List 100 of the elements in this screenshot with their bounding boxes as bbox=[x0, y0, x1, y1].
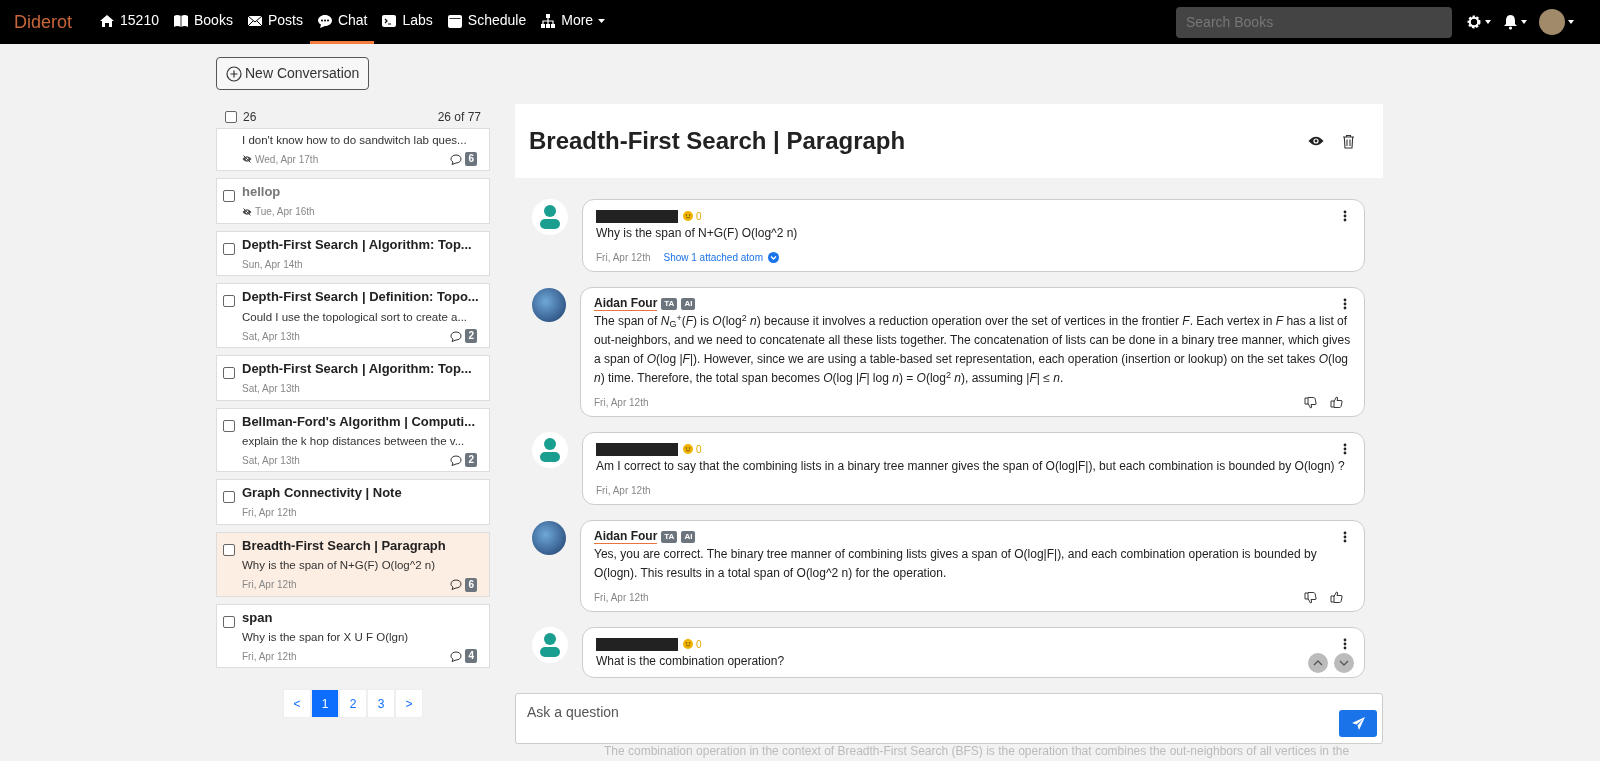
paper-plane-icon bbox=[1350, 716, 1366, 731]
conversation-date: Tue, Apr 16th bbox=[255, 205, 315, 220]
conversation-preview: I don't know how to do sandwitch lab ques... bbox=[242, 133, 468, 148]
conversation-item[interactable]: Depth-First Search | Algorithm: Top... Sun, Apr 14th bbox=[216, 230, 490, 277]
user-avatar-icon bbox=[532, 432, 568, 468]
nav-tab[interactable]: More bbox=[533, 0, 613, 44]
conversation-item[interactable]: Depth-First Search | Algorithm: Top... Sat, Apr 13th bbox=[216, 355, 490, 401]
page-button[interactable]: > bbox=[395, 689, 423, 719]
page-button[interactable]: 2 bbox=[339, 689, 367, 719]
conversation-item[interactable]: Depth-First Search | Definition: Topo... Could I use the topological sort to create a... Sat, Apr 13th 2 bbox=[216, 283, 490, 348]
message-date: Fri, Apr 12th bbox=[596, 483, 651, 498]
thumbs-down-icon[interactable] bbox=[1304, 395, 1317, 409]
attachment-link[interactable]: Show 1 attached atom bbox=[663, 249, 779, 265]
comment-count: 6 bbox=[465, 152, 477, 167]
comment-count: 6 bbox=[465, 577, 477, 592]
checkbox[interactable] bbox=[225, 111, 237, 123]
nav-tab[interactable]: Posts bbox=[239, 0, 310, 44]
kebab-menu-icon[interactable] bbox=[1343, 298, 1347, 310]
author-name[interactable]: Aidan Four bbox=[594, 530, 658, 544]
page-button[interactable]: 3 bbox=[367, 689, 395, 719]
scroll-down-button[interactable] bbox=[1334, 653, 1354, 673]
trash-icon[interactable] bbox=[1342, 133, 1355, 149]
question-field[interactable]: Ask a question bbox=[515, 693, 1383, 744]
conversation-item[interactable]: Graph Connectivity | Note Fri, Apr 12th bbox=[216, 479, 490, 525]
send-button[interactable] bbox=[1339, 710, 1377, 737]
conversation-item[interactable]: Bellman-Ford's Algorithm | Computi... explain the k hop distances between the v... Sat, Apr 13th 2 bbox=[216, 407, 490, 473]
checkbox[interactable] bbox=[223, 615, 235, 628]
message-text: Yes, you are correct. The binary tree manner of combining lists gives a span of O(log|F|), and each combination operation is bounded by O(logn). This results in a total span of O(log^2 n) for the operation. bbox=[594, 546, 1318, 582]
chat-bubble-icon bbox=[316, 12, 333, 29]
eye-icon[interactable] bbox=[1308, 135, 1324, 147]
nav-tab[interactable]: Chat bbox=[309, 0, 375, 44]
role-badge: AI bbox=[681, 298, 696, 310]
terminal-icon bbox=[381, 12, 398, 29]
thumbs-up-icon[interactable] bbox=[1330, 395, 1343, 409]
page-button[interactable]: 1 bbox=[311, 689, 339, 719]
conversation-preview: Why is the span of N+G(F) O(log^2 n) bbox=[242, 558, 436, 574]
author-name[interactable]: Aidan Four bbox=[594, 297, 658, 311]
conversation-date: Fri, Apr 12th bbox=[242, 649, 297, 664]
score: 0 bbox=[696, 209, 702, 224]
user-avatar-icon bbox=[532, 199, 568, 235]
caret-icon bbox=[1568, 20, 1574, 24]
conversation-item[interactable]: Breadth-First Search | Paragraph Why is the span of N+G(F) O(log^2 n) Fri, Apr 12th 6 bbox=[216, 531, 490, 597]
conversation-item[interactable]: span Why is the span for X U F O(lgn) Fri, Apr 12th 4 bbox=[216, 603, 490, 669]
conversation-date: Fri, Apr 12th bbox=[242, 506, 297, 521]
comment-count: 2 bbox=[465, 453, 477, 468]
message-text: The span of N$_{G}$$^{+}$(F) is O(log$^{2}$ n) because it involves a reduction operation over the set of vertices in the frontier F. Each vertex in F has a list of out-neighbors, and we need to concatenate all these lists together. The concatenation of lists can be done in a binary tree manner, which gives a span of O(log |F|). However, since we are using a table-based set representation, each operation (insertion or lookup) on the set takes O(log n) time. Therefore, the total span becomes O(log |F| log n) = O(log$^{2}$ n), assuming |F| ≤ n. bbox=[594, 312, 1351, 387]
score: 0 bbox=[696, 637, 702, 652]
book-icon bbox=[172, 12, 189, 29]
nav-tab[interactable]: Schedule bbox=[439, 0, 534, 44]
smiley-icon bbox=[683, 639, 693, 649]
kebab-menu-icon[interactable] bbox=[1343, 443, 1347, 455]
conversation-title: Depth-First Search | Algorithm: Top... bbox=[242, 360, 473, 378]
thumbs-down-icon[interactable] bbox=[1304, 590, 1317, 604]
nav-tab[interactable]: Labs bbox=[374, 0, 440, 44]
conversation-preview: Could I use the topological sort to create a... bbox=[242, 309, 469, 325]
smiley-icon bbox=[683, 444, 693, 454]
settings-icon bbox=[1466, 14, 1482, 30]
checkbox[interactable] bbox=[223, 367, 235, 379]
checkbox[interactable] bbox=[223, 242, 235, 255]
page-range: 26 of 77 bbox=[437, 109, 481, 126]
checkbox[interactable] bbox=[223, 295, 235, 308]
conversation-title: Depth-First Search | Definition: Topo... bbox=[242, 288, 480, 307]
conversation-title: Depth-First Search | Algorithm: Top... bbox=[242, 235, 473, 254]
conversation-title: Graph Connectivity | Note bbox=[242, 484, 403, 503]
kebab-menu-icon[interactable] bbox=[1343, 638, 1347, 650]
calendar-icon bbox=[446, 12, 463, 29]
checkbox[interactable] bbox=[223, 491, 235, 504]
conversation-preview: Why is the span for X U F O(lgn) bbox=[242, 630, 410, 645]
smiley-icon bbox=[683, 211, 693, 221]
nav-tab[interactable]: Books bbox=[165, 0, 240, 44]
nav-tab[interactable]: 15210 bbox=[92, 0, 166, 44]
thumbs-up-icon[interactable] bbox=[1330, 590, 1343, 604]
avatar bbox=[532, 521, 566, 555]
message-date: Fri, Apr 12th bbox=[596, 250, 651, 265]
role-badge: TA bbox=[661, 298, 678, 310]
user-avatar-icon bbox=[532, 627, 568, 663]
checkbox[interactable] bbox=[223, 419, 235, 432]
scroll-up-button[interactable] bbox=[1308, 653, 1328, 673]
chevron-down-circle-icon bbox=[768, 251, 779, 263]
avatar bbox=[532, 288, 566, 322]
conversation-date: Sat, Apr 13th bbox=[242, 329, 300, 344]
kebab-menu-icon[interactable] bbox=[1343, 531, 1347, 543]
conversation-title: Bellman-Ford's Algorithm | Computi... bbox=[242, 412, 477, 431]
plus-circle-icon bbox=[226, 65, 242, 82]
new-conversation-button[interactable]: New Conversation bbox=[216, 57, 370, 90]
page-button[interactable]: < bbox=[283, 689, 311, 719]
caret-icon bbox=[1521, 20, 1527, 24]
role-badge: AI bbox=[681, 531, 696, 543]
checkbox[interactable] bbox=[223, 190, 235, 203]
message-text: Am I correct to say that the combining lists in a binary tree manner gives the span of O(log|F|), but each combination is bounded by O(logn) ? bbox=[596, 458, 1345, 475]
checkbox[interactable] bbox=[223, 543, 235, 556]
comment-icon bbox=[450, 153, 463, 165]
logo[interactable]: Diderot bbox=[14, 8, 73, 36]
conversation-date: Fri, Apr 12th bbox=[242, 578, 297, 592]
bell-icon bbox=[1503, 14, 1518, 30]
conversation-title: Breadth-First Search | Paragraph bbox=[529, 126, 906, 156]
conversation-item[interactable]: hellop Tue, Apr 16th bbox=[216, 178, 490, 224]
kebab-menu-icon[interactable] bbox=[1343, 210, 1347, 222]
conversation-item[interactable]: I don't know how to do sandwitch lab ques... Wed, Apr 17th 6 bbox=[216, 128, 490, 172]
role-badge: TA bbox=[661, 531, 678, 543]
